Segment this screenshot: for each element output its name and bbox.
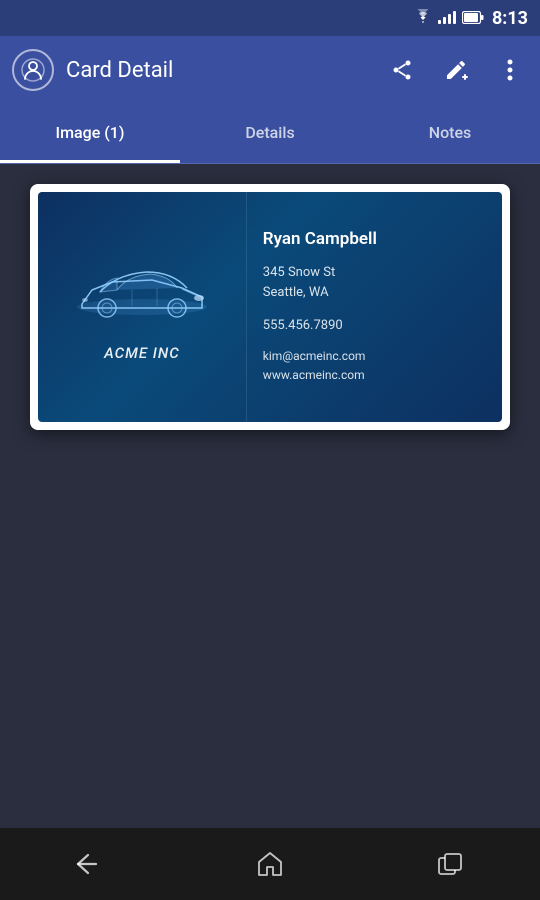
app-bar-actions	[384, 52, 528, 88]
company-name: Acme Inc	[104, 344, 180, 362]
tab-details[interactable]: Details	[180, 104, 360, 163]
business-card-wrapper: Acme Inc Ryan Campbell 345 Snow St Seatt…	[30, 184, 510, 430]
car-logo-icon	[62, 252, 222, 332]
more-options-button[interactable]	[492, 52, 528, 88]
status-time: 8:13	[492, 8, 528, 29]
signal-icon	[438, 8, 456, 28]
card-right-section: Ryan Campbell 345 Snow St Seattle, WA 55…	[247, 192, 502, 422]
business-card: Acme Inc Ryan Campbell 345 Snow St Seatt…	[38, 192, 502, 422]
wifi-icon	[414, 9, 432, 27]
battery-icon	[462, 9, 484, 28]
contact-email: kim@acmeinc.com www.acmeinc.com	[263, 347, 486, 385]
tab-bar: Image (1) Details Notes	[0, 104, 540, 164]
share-button[interactable]	[384, 52, 420, 88]
edit-button[interactable]	[438, 52, 474, 88]
status-icons	[414, 8, 484, 28]
bottom-nav	[0, 828, 540, 900]
app-bar: Card Detail	[0, 36, 540, 104]
status-bar: 8:13	[0, 0, 540, 36]
tab-image[interactable]: Image (1)	[0, 104, 180, 163]
app-logo	[12, 49, 54, 91]
tab-notes[interactable]: Notes	[360, 104, 540, 163]
back-icon	[76, 853, 104, 875]
main-content: Acme Inc Ryan Campbell 345 Snow St Seatt…	[0, 164, 540, 828]
recent-apps-button[interactable]	[420, 844, 480, 884]
home-icon	[257, 851, 283, 877]
home-button[interactable]	[240, 844, 300, 884]
app-bar-title: Card Detail	[66, 58, 384, 83]
recent-apps-icon	[438, 853, 462, 875]
contact-phone: 555.456.7890	[263, 318, 486, 333]
contact-address: 345 Snow St Seattle, WA	[263, 263, 486, 305]
back-button[interactable]	[60, 844, 120, 884]
contact-name: Ryan Campbell	[263, 229, 486, 249]
card-left-section: Acme Inc	[38, 192, 247, 422]
